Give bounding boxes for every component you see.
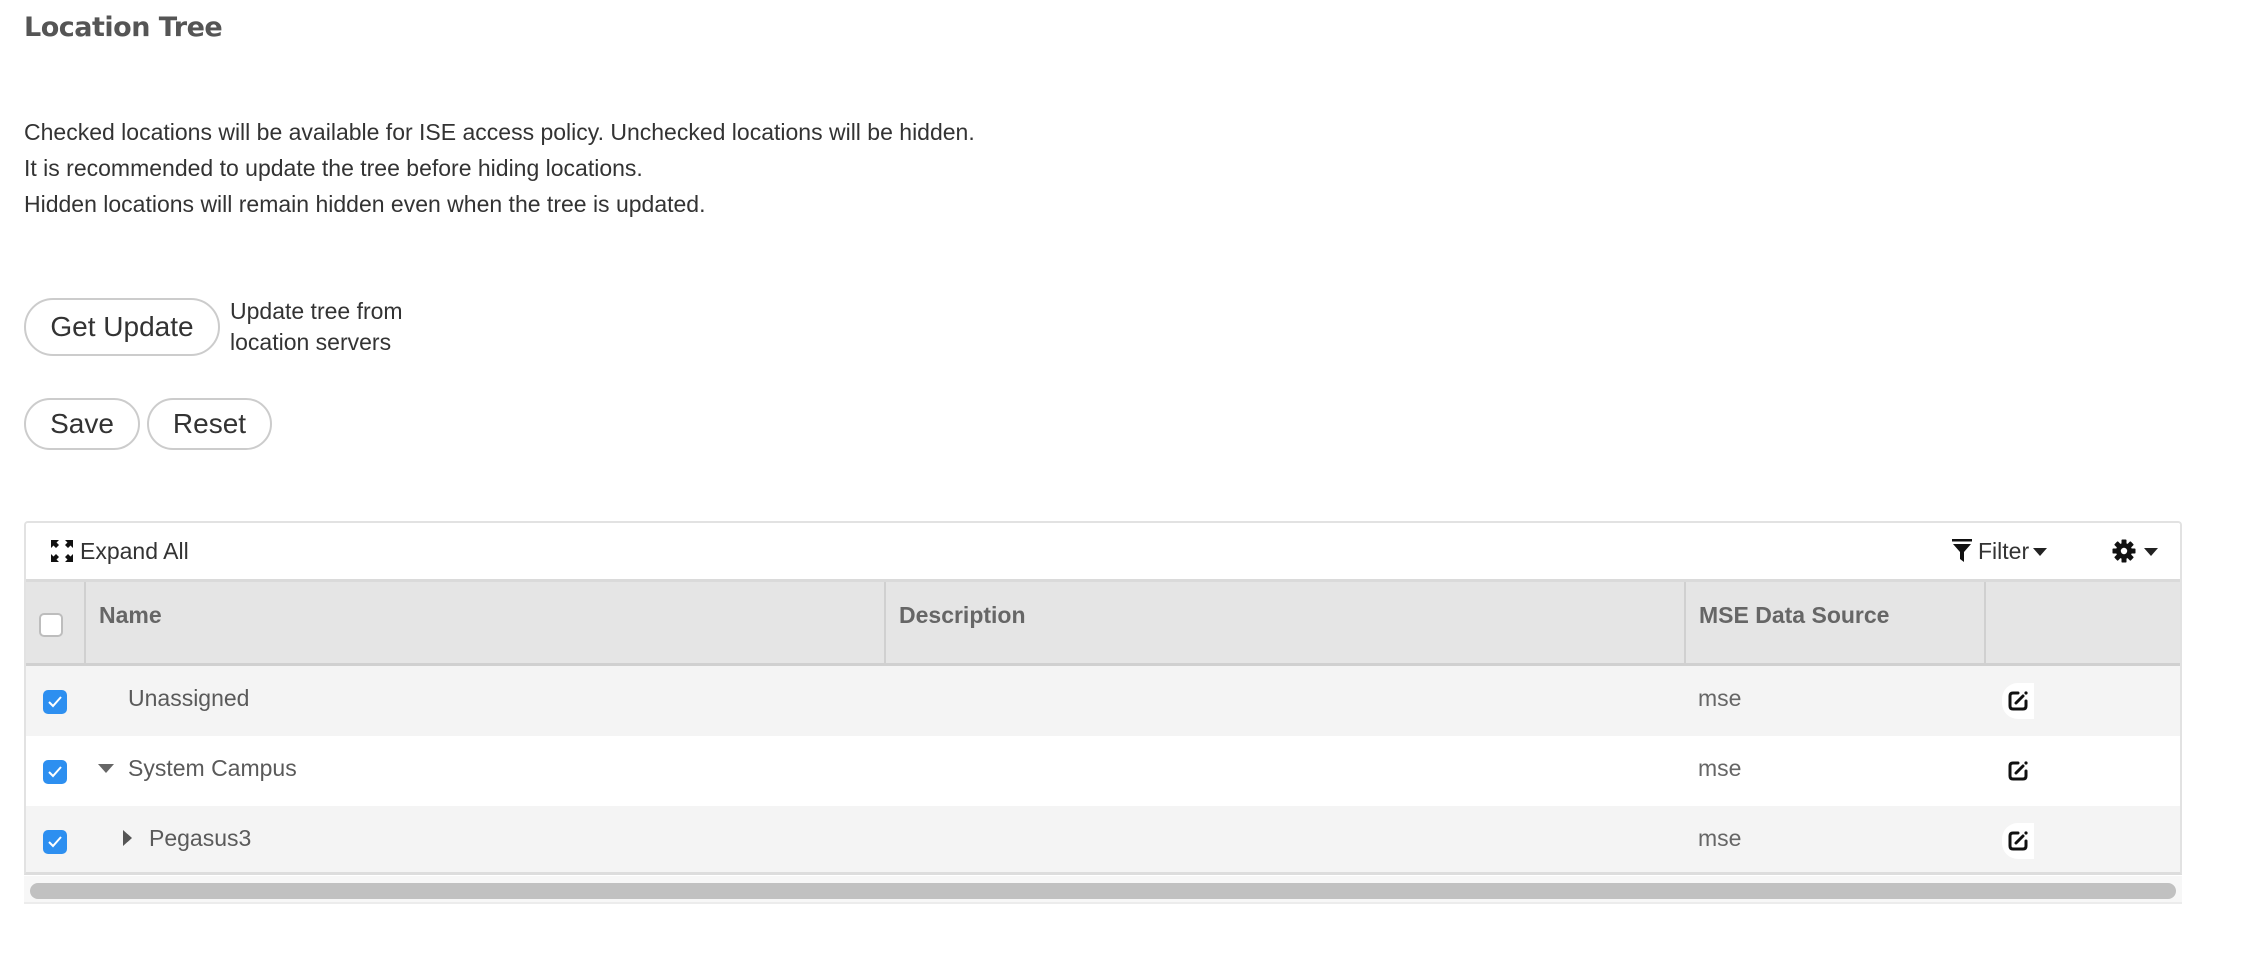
edit-cell <box>2002 666 2034 736</box>
table-body: Unassigned mse System Campus mse Pegasus… <box>26 666 2180 872</box>
edit-icon[interactable] <box>2002 683 2034 719</box>
select-all-cell <box>26 582 84 663</box>
page-title: Location Tree <box>24 12 223 43</box>
info-line: Checked locations will be available for … <box>24 119 975 145</box>
filter-label: Filter <box>1978 537 2030 564</box>
column-header-description[interactable]: Description <box>884 582 1684 663</box>
row-mse-data-source: mse <box>1698 824 1742 851</box>
table-row: System Campus mse <box>26 736 2180 806</box>
get-update-hint: Update tree from location servers <box>230 296 403 358</box>
row-checkbox[interactable] <box>43 760 67 784</box>
hint-line: Update tree from <box>230 298 403 324</box>
chevron-down-icon <box>2144 548 2158 556</box>
row-checkbox[interactable] <box>43 690 67 714</box>
row-mse-data-source: mse <box>1698 754 1742 781</box>
funnel-icon <box>1952 538 1972 564</box>
gear-icon <box>2112 539 2136 563</box>
edit-cell <box>2002 806 2034 872</box>
caret-right-icon[interactable] <box>123 830 132 846</box>
filter-dropdown[interactable]: Filter <box>1952 523 2048 579</box>
row-mse-data-source: mse <box>1698 684 1742 711</box>
table-row: Pegasus3 mse <box>26 806 2180 872</box>
get-update-button[interactable]: Get Update <box>24 298 220 356</box>
column-header-mse-data-source[interactable]: MSE Data Source <box>1684 582 1984 663</box>
table-toolbar: Expand All Filter <box>26 523 2180 582</box>
chevron-down-icon <box>2033 548 2048 556</box>
info-line: Hidden locations will remain hidden even… <box>24 191 706 217</box>
caret-down-icon[interactable] <box>98 763 114 773</box>
horizontal-scrollbar[interactable] <box>24 876 2182 904</box>
edit-icon[interactable] <box>2002 823 2034 859</box>
location-tree-table: Expand All Filter Name Description MSE D… <box>24 521 2182 875</box>
select-all-checkbox[interactable] <box>39 613 63 637</box>
row-name-cell: Pegasus3 <box>123 806 252 872</box>
hint-line: location servers <box>230 329 392 355</box>
column-header-name[interactable]: Name <box>84 582 884 663</box>
scrollbar-thumb[interactable] <box>30 883 2176 899</box>
row-name-cell: System Campus <box>98 736 297 806</box>
row-name: System Campus <box>128 754 297 781</box>
table-row: Unassigned mse <box>26 666 2180 736</box>
settings-dropdown[interactable] <box>2112 523 2158 579</box>
column-header-actions <box>1984 582 2180 663</box>
save-button[interactable]: Save <box>24 398 140 450</box>
expand-arrows-icon <box>50 539 74 563</box>
row-name: Unassigned <box>128 684 250 711</box>
table-header: Name Description MSE Data Source <box>26 582 2180 666</box>
reset-button[interactable]: Reset <box>147 398 272 450</box>
info-line: It is recommended to update the tree bef… <box>24 155 643 181</box>
row-name: Pegasus3 <box>149 824 252 851</box>
expand-all-button[interactable]: Expand All <box>50 523 189 579</box>
row-checkbox[interactable] <box>43 830 67 854</box>
expand-all-label: Expand All <box>80 537 189 564</box>
info-text: Checked locations will be available for … <box>24 114 975 222</box>
edit-cell <box>2002 736 2034 806</box>
edit-icon[interactable] <box>2002 753 2034 789</box>
